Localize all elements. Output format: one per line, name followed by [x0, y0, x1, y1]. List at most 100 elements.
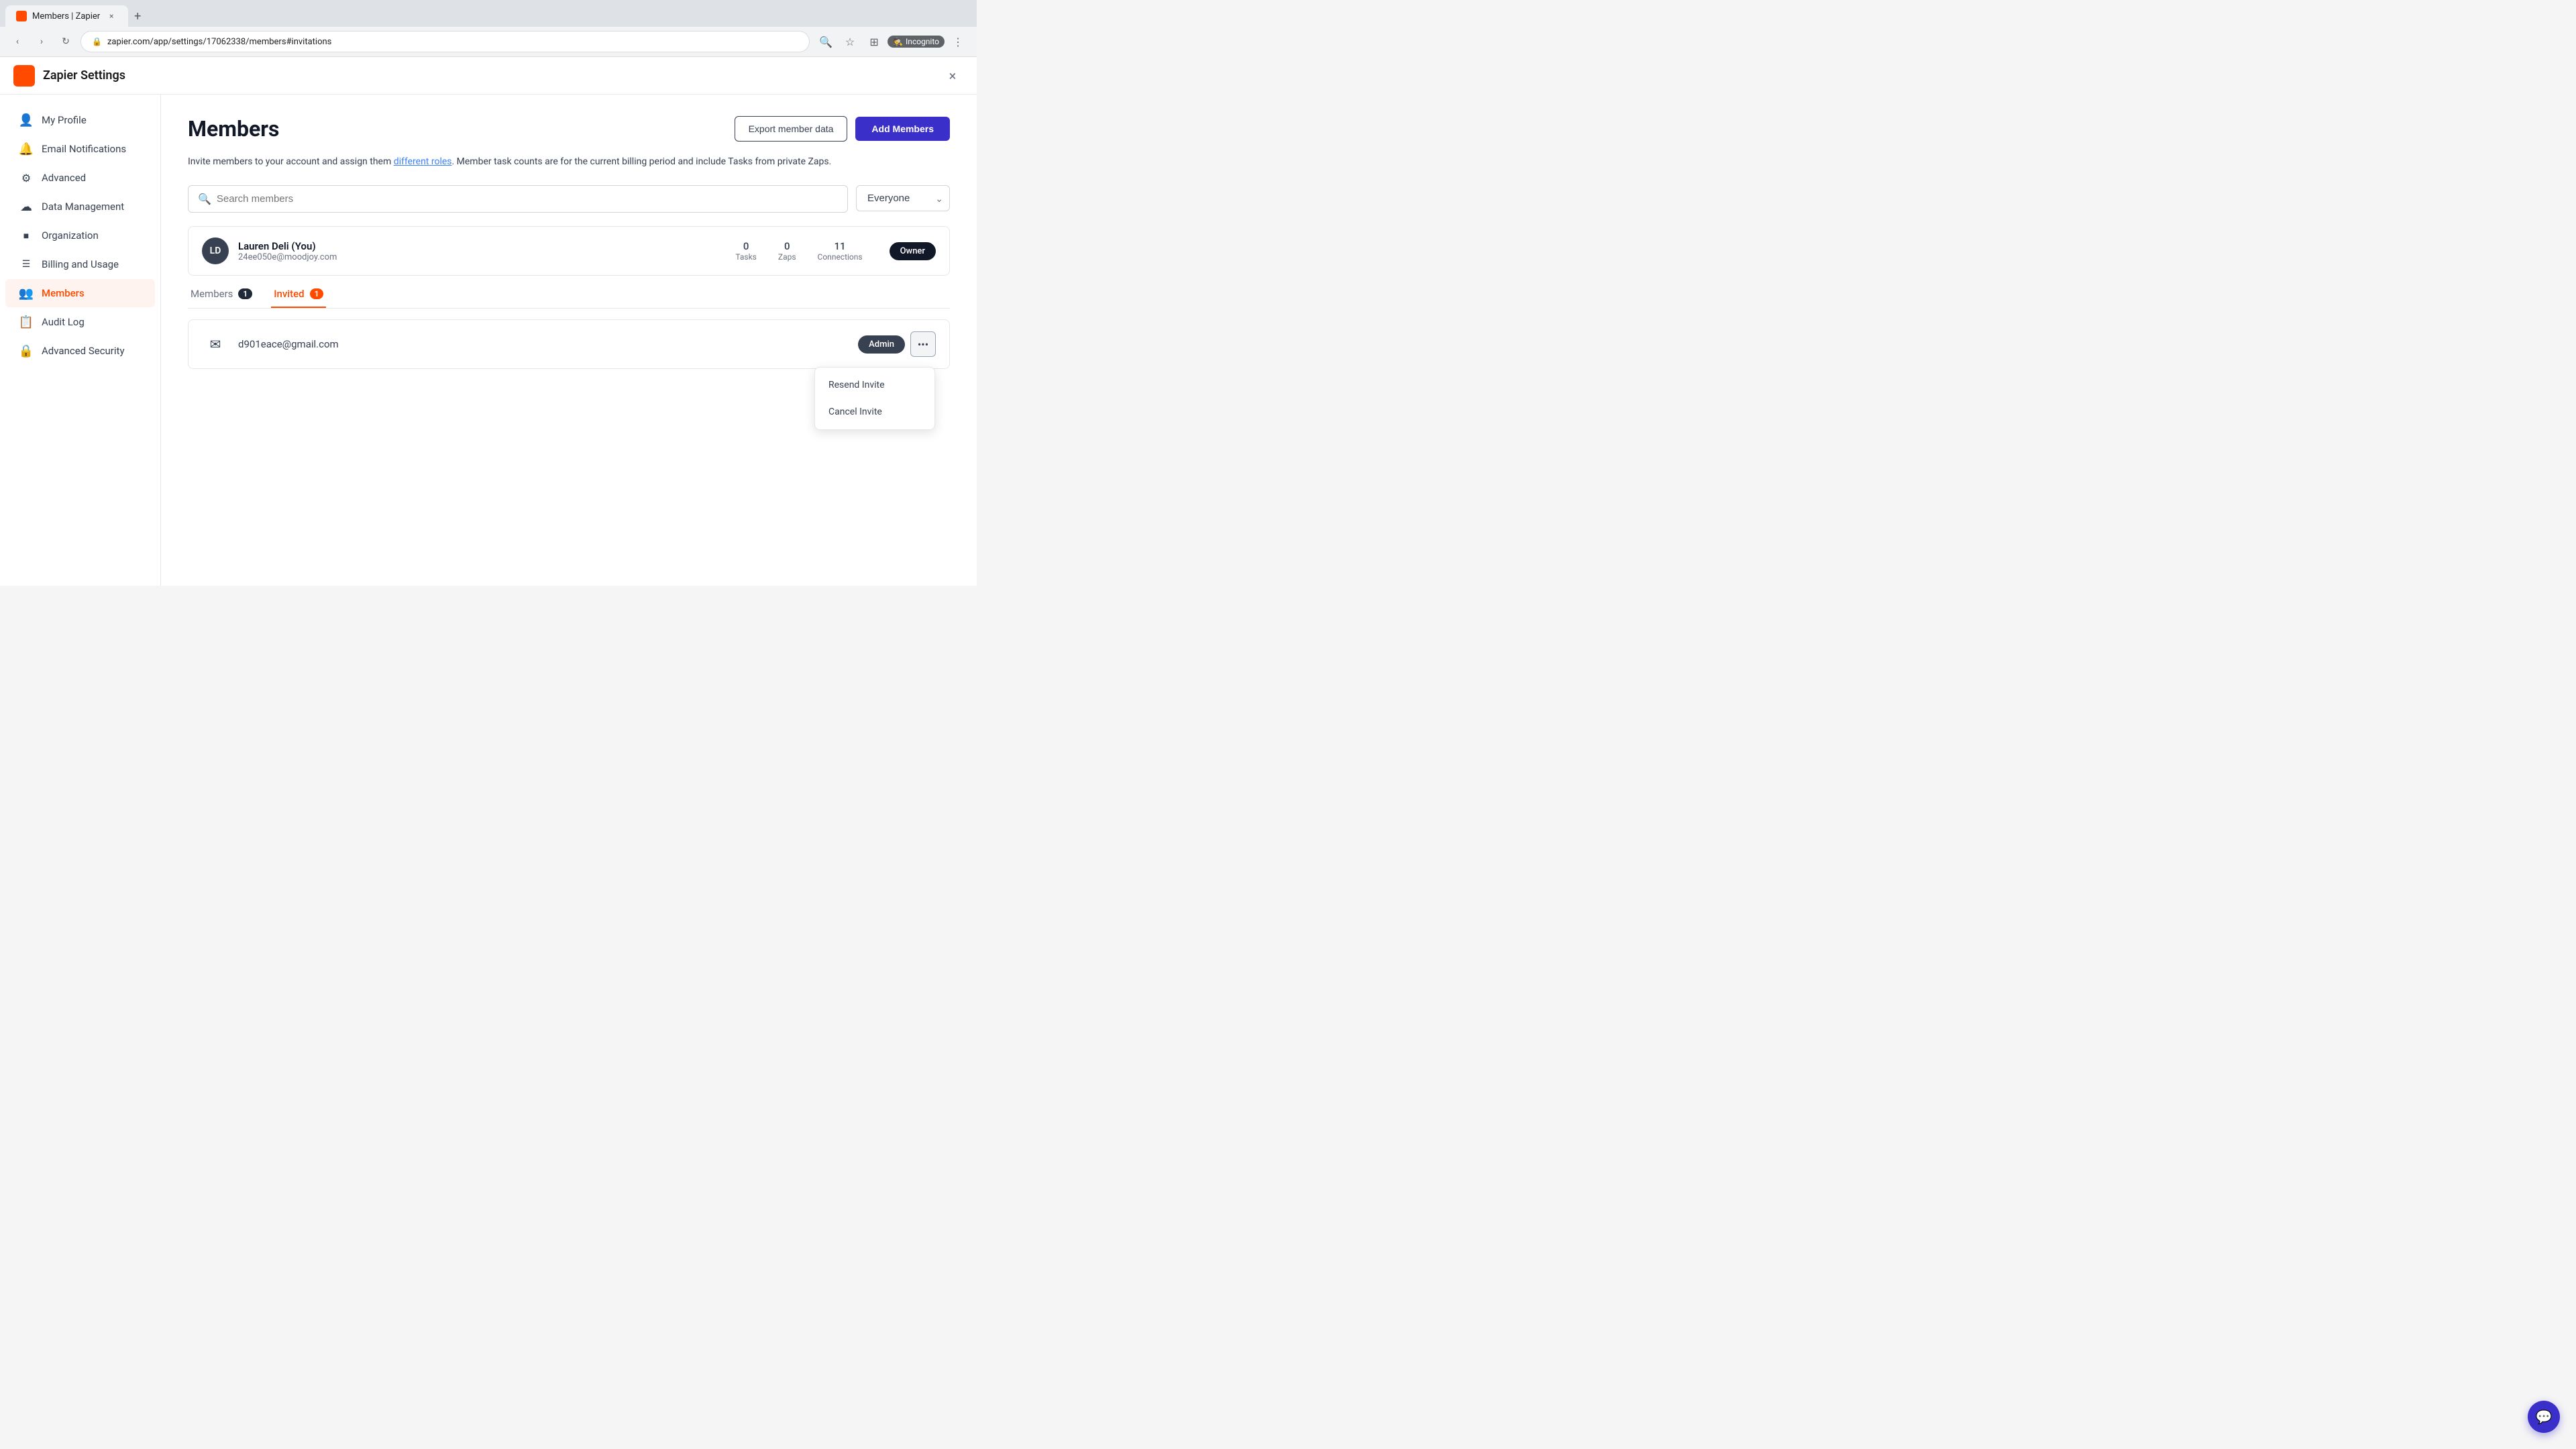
extensions-button[interactable]: ⊞ — [863, 31, 885, 52]
sidebar-label-email-notifications: Email Notifications — [42, 143, 126, 155]
header-actions: Export member data Add Members — [735, 116, 950, 142]
sidebar-item-data-management[interactable]: ☁ Data Management — [5, 193, 155, 221]
notifications-icon: 🔔 — [19, 142, 34, 156]
search-filter-row: 🔍 Everyone Members Admins Owners ⌄ — [188, 185, 950, 213]
zapier-logo — [13, 65, 35, 87]
advanced-icon: ⚙ — [19, 170, 34, 185]
data-management-icon: ☁ — [19, 199, 34, 214]
owner-stats: 0 Tasks 0 Zaps 11 Connections — [735, 240, 862, 262]
owner-name: Lauren Deli (You) — [238, 240, 735, 252]
lock-icon: 🔒 — [92, 37, 102, 46]
close-settings-button[interactable]: × — [942, 65, 963, 87]
refresh-button[interactable]: ↻ — [56, 32, 75, 51]
export-member-data-button[interactable]: Export member data — [735, 116, 848, 142]
add-members-button[interactable]: Add Members — [855, 117, 950, 141]
description-text-1: Invite members to your account and assig… — [188, 156, 394, 167]
owner-role-badge: Owner — [890, 242, 936, 260]
owner-info: Lauren Deli (You) 24ee050e@moodjoy.com — [238, 240, 735, 262]
app-header-left: Zapier Settings — [13, 65, 125, 87]
tasks-stat: 0 Tasks — [735, 240, 757, 262]
invited-email: d901eace@gmail.com — [238, 338, 858, 350]
sidebar-item-members[interactable]: 👥 Members — [5, 279, 155, 307]
sidebar-label-my-profile: My Profile — [42, 114, 87, 126]
description: Invite members to your account and assig… — [188, 155, 950, 169]
different-roles-link[interactable]: different roles — [394, 156, 452, 167]
more-options-button[interactable]: ••• Resend Invite Cancel Invite — [910, 331, 936, 357]
app-header-title: Zapier Settings — [43, 68, 125, 83]
profile-icon: 👤 — [19, 113, 34, 127]
browser-more-button[interactable]: ⋮ — [947, 31, 969, 52]
sidebar-label-organization: Organization — [42, 229, 99, 241]
new-tab-button[interactable]: + — [128, 7, 147, 25]
description-text-2: . Member task counts are for the current… — [452, 156, 832, 167]
chat-fab-button[interactable]: 💬 — [2528, 1401, 2560, 1433]
sidebar-item-organization[interactable]: ■ Organization — [5, 221, 155, 250]
back-button[interactable]: ‹ — [8, 32, 27, 51]
tab-invited-label: Invited — [274, 288, 304, 300]
search-button[interactable]: 🔍 — [815, 31, 837, 52]
tab-members[interactable]: Members 1 — [188, 281, 255, 308]
cancel-invite-option[interactable]: Cancel Invite — [815, 398, 934, 425]
chat-icon: 💬 — [2536, 1409, 2553, 1425]
tab-invited-count: 1 — [310, 288, 324, 299]
sidebar: 👤 My Profile 🔔 Email Notifications ⚙ Adv… — [0, 95, 161, 586]
incognito-icon: 🕵 — [893, 37, 903, 46]
tasks-number: 0 — [735, 240, 757, 252]
filter-select[interactable]: Everyone Members Admins Owners — [856, 185, 950, 211]
tabs-row: Members 1 Invited 1 — [188, 281, 950, 309]
envelope-icon: ✉ — [202, 331, 229, 358]
tab-close-button[interactable]: × — [105, 10, 117, 22]
bookmark-button[interactable]: ☆ — [839, 31, 861, 52]
sidebar-label-advanced: Advanced — [42, 172, 86, 184]
zaps-stat: 0 Zaps — [778, 240, 796, 262]
sidebar-label-advanced-security: Advanced Security — [42, 345, 125, 357]
sidebar-item-billing-usage[interactable]: ☰ Billing and Usage — [5, 250, 155, 278]
advanced-security-icon: 🔒 — [19, 343, 34, 358]
sidebar-item-advanced-security[interactable]: 🔒 Advanced Security — [5, 337, 155, 365]
main-content: Members Export member data Add Members I… — [161, 95, 977, 586]
organization-icon: ■ — [19, 228, 34, 243]
zaps-number: 0 — [778, 240, 796, 252]
ellipsis-icon: ••• — [918, 338, 928, 351]
app-body: 👤 My Profile 🔔 Email Notifications ⚙ Adv… — [0, 95, 977, 586]
address-text: zapier.com/app/settings/17062338/members… — [107, 37, 331, 47]
tasks-label: Tasks — [735, 252, 757, 262]
admin-role-badge: Admin — [858, 335, 905, 354]
members-icon: 👥 — [19, 286, 34, 301]
sidebar-item-advanced[interactable]: ⚙ Advanced — [5, 164, 155, 192]
owner-avatar: LD — [202, 237, 229, 264]
address-bar[interactable]: 🔒 zapier.com/app/settings/17062338/membe… — [80, 31, 810, 52]
search-input[interactable] — [217, 193, 838, 205]
owner-member-row: LD Lauren Deli (You) 24ee050e@moodjoy.co… — [188, 226, 950, 276]
sidebar-item-my-profile[interactable]: 👤 My Profile — [5, 106, 155, 134]
connections-stat: 11 Connections — [818, 240, 863, 262]
incognito-label: Incognito — [906, 37, 939, 46]
search-icon: 🔍 — [198, 193, 211, 205]
filter-wrapper: Everyone Members Admins Owners ⌄ — [856, 185, 950, 213]
resend-invite-option[interactable]: Resend Invite — [815, 372, 934, 398]
search-box[interactable]: 🔍 — [188, 185, 848, 213]
sidebar-label-billing-usage: Billing and Usage — [42, 258, 119, 270]
zaps-label: Zaps — [778, 252, 796, 262]
invited-row: ✉ d901eace@gmail.com Admin ••• Resend In… — [188, 319, 950, 369]
tab-invited[interactable]: Invited 1 — [271, 281, 326, 308]
dropdown-menu: Resend Invite Cancel Invite — [814, 367, 935, 430]
sidebar-item-audit-log[interactable]: 📋 Audit Log — [5, 308, 155, 336]
tab-members-count: 1 — [238, 288, 252, 299]
tab-members-label: Members — [191, 288, 233, 300]
billing-icon: ☰ — [19, 257, 34, 272]
incognito-badge: 🕵 Incognito — [888, 36, 945, 48]
connections-number: 11 — [818, 240, 863, 252]
page-title: Members — [188, 116, 279, 142]
sidebar-label-audit-log: Audit Log — [42, 316, 85, 328]
active-tab[interactable]: Members | Zapier × — [5, 5, 128, 27]
connections-label: Connections — [818, 252, 863, 262]
forward-button[interactable]: › — [32, 32, 51, 51]
audit-log-icon: 📋 — [19, 315, 34, 329]
app-header: Zapier Settings × — [0, 57, 977, 95]
page-header: Members Export member data Add Members — [188, 116, 950, 142]
owner-email: 24ee050e@moodjoy.com — [238, 252, 735, 262]
tab-title: Members | Zapier — [32, 11, 100, 21]
tab-favicon — [16, 11, 27, 21]
sidebar-item-email-notifications[interactable]: 🔔 Email Notifications — [5, 135, 155, 163]
